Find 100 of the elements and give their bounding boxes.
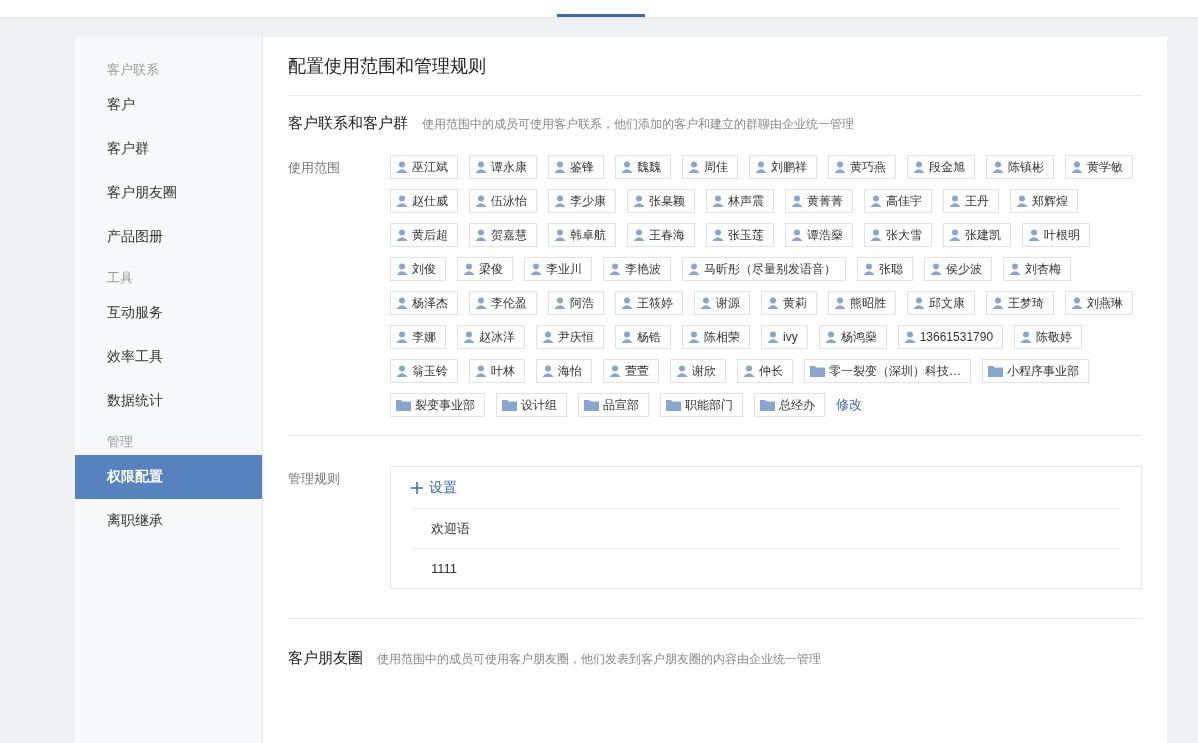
sidebar-item[interactable]: 权限配置 xyxy=(75,455,262,499)
tag-label: 13661531790 xyxy=(919,330,994,344)
person-icon xyxy=(463,331,475,343)
person-icon xyxy=(396,297,408,309)
person-icon xyxy=(396,229,408,241)
field-label: 使用范围 xyxy=(288,159,341,177)
field-label: 管理规则 xyxy=(288,470,341,488)
sidebar-item[interactable]: 数据统计 xyxy=(75,379,262,423)
person-icon xyxy=(903,331,916,343)
sidebar-group-label: 客户联系 xyxy=(106,61,160,79)
person-icon xyxy=(1020,331,1033,343)
sidebar-group-label: 工具 xyxy=(106,269,134,287)
tag-label: 王筱婷 xyxy=(637,294,673,312)
add-rule-link[interactable]: 设置 xyxy=(411,467,457,508)
person-icon xyxy=(475,297,487,309)
tag-label: 赵仕威 xyxy=(412,192,448,210)
rule-item[interactable]: 1111 xyxy=(411,548,1121,588)
person-icon xyxy=(688,161,700,173)
folder-icon xyxy=(988,365,1003,377)
sidebar-item[interactable]: 离职继承 xyxy=(75,499,262,543)
tag-label: 裂变事业部 xyxy=(415,396,475,414)
folder-icon xyxy=(760,399,775,411)
person-icon xyxy=(743,365,755,377)
person-icon xyxy=(1071,297,1083,309)
person-icon xyxy=(767,331,779,343)
person-icon xyxy=(712,195,724,207)
person-icon xyxy=(475,195,487,207)
tag-label: 谢源 xyxy=(716,294,740,312)
tag-label: 黄后超 xyxy=(412,226,448,244)
sidebar-item[interactable]: 客户群 xyxy=(75,127,262,171)
tag-label: 李伦盈 xyxy=(491,294,527,312)
edit-link[interactable]: 修改 xyxy=(836,396,862,414)
tag-label: 李艳波 xyxy=(625,260,661,278)
section-title: 客户联系和客户群 xyxy=(288,114,408,133)
folder-icon xyxy=(502,399,517,411)
tag-label: 陈镇彬 xyxy=(1008,158,1044,176)
tag-label: 品宣部 xyxy=(603,396,639,414)
tag-label: 高佳宇 xyxy=(886,192,922,210)
tag-label: 周佳 xyxy=(704,158,728,176)
person-icon xyxy=(824,331,837,343)
person-icon xyxy=(930,263,942,275)
folder-icon xyxy=(666,399,681,411)
person-icon xyxy=(834,297,846,309)
tag-label: 张建凯 xyxy=(965,226,1001,244)
folder-icon xyxy=(396,399,411,411)
person-icon xyxy=(463,263,475,275)
person-icon xyxy=(1009,263,1021,275)
sidebar-item[interactable]: 互动服务 xyxy=(75,291,262,335)
tag-label: 小程序事业部 xyxy=(1007,362,1079,380)
tag-label: ivy xyxy=(783,330,798,344)
person-icon xyxy=(542,331,554,343)
person-icon xyxy=(621,161,633,173)
tag-label: 零一裂变（深圳）科技… xyxy=(829,362,961,380)
tag-label: 萱萱 xyxy=(625,362,649,380)
person-icon xyxy=(633,195,645,207)
person-icon xyxy=(396,331,408,343)
tag-label: 杨锆 xyxy=(637,328,661,346)
folder-icon xyxy=(584,399,599,411)
person-icon xyxy=(834,161,846,173)
tag-label: 总经办 xyxy=(779,396,815,414)
tag-label: 刘燕琳 xyxy=(1087,294,1123,312)
tag-label: 黄巧燕 xyxy=(850,158,886,176)
sidebar-item[interactable]: 效率工具 xyxy=(75,335,262,379)
person-icon xyxy=(396,263,408,275)
person-icon xyxy=(870,229,882,241)
tag-label: 黄菁菁 xyxy=(807,192,843,210)
tag-label: 海怡 xyxy=(558,362,582,380)
person-icon xyxy=(554,297,566,309)
tag-label: 谢欣 xyxy=(692,362,716,380)
tag-label: 谭永康 xyxy=(491,158,527,176)
person-icon xyxy=(396,195,408,207)
tag-label: 陈敬婷 xyxy=(1036,328,1073,346)
person-icon xyxy=(791,195,803,207)
person-icon xyxy=(1016,195,1028,207)
rule-item[interactable]: 欢迎语 xyxy=(411,508,1121,548)
person-icon xyxy=(949,195,961,207)
tag-label: 伍泳怡 xyxy=(491,192,527,210)
person-icon xyxy=(688,331,700,343)
folder-icon xyxy=(810,365,825,377)
person-icon xyxy=(609,263,621,275)
tag-label: 李少康 xyxy=(570,192,606,210)
person-icon xyxy=(688,263,700,275)
sidebar-item[interactable]: 客户 xyxy=(75,83,262,127)
tag-label: 王梦琦 xyxy=(1008,294,1044,312)
person-icon xyxy=(791,229,803,241)
sidebar-item[interactable]: 产品图册 xyxy=(75,215,262,259)
tag-label: 设计组 xyxy=(521,396,557,414)
person-icon xyxy=(1071,161,1083,173)
tag-label: 王春海 xyxy=(649,226,685,244)
person-icon xyxy=(554,195,566,207)
tag-label: 陈相荣 xyxy=(704,328,740,346)
tag-label: 段金旭 xyxy=(929,158,965,176)
tag-label: 李业川 xyxy=(546,260,582,278)
tag-label: 侯少波 xyxy=(946,260,982,278)
tag-label: 王丹 xyxy=(965,192,989,210)
person-icon xyxy=(621,331,633,343)
sidebar-item[interactable]: 客户朋友圈 xyxy=(75,171,262,215)
section-description: 使用范围中的成员可使用客户朋友圈，他们发表到客户朋友圈的内容由企业统一管理 xyxy=(377,651,821,668)
tag-label: 张玉莲 xyxy=(728,226,764,244)
person-icon xyxy=(863,263,875,275)
